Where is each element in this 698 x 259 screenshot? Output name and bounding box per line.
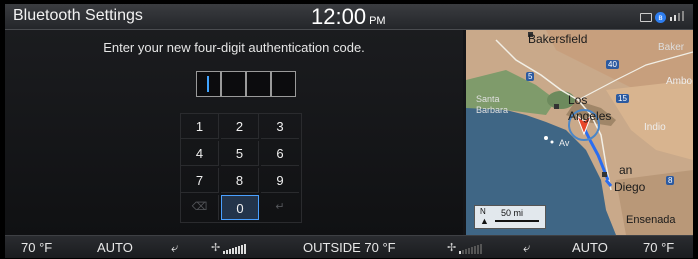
auth-code-panel: Enter your new four-digit authentication… [5, 30, 463, 235]
bluetooth-icon: ʙ [655, 11, 666, 23]
map-label-los: Los [568, 93, 588, 107]
code-digit-3[interactable] [246, 71, 271, 97]
map-label-ensenada: Ensenada [626, 214, 676, 226]
key-8[interactable]: 8 [221, 168, 259, 193]
map-label-barbara: Barbara [476, 105, 509, 115]
driver-fan-speed[interactable]: ✢ [211, 241, 247, 254]
driver-airflow-icon[interactable]: ⤶ [171, 240, 178, 256]
fan-speed-bars [459, 242, 483, 254]
key-1[interactable]: 1 [181, 114, 219, 139]
key-0[interactable]: 0 [221, 195, 259, 220]
key-2[interactable]: 2 [221, 114, 259, 139]
fan-speed-bars [223, 242, 247, 254]
infotainment-screen: Bluetooth Settings 12:00 PM ʙ Enter your … [5, 4, 693, 258]
scale-bar [495, 220, 539, 222]
driver-auto-mode[interactable]: AUTO [97, 240, 133, 255]
clock-time: 12:00 [311, 4, 367, 29]
map-label-amboy: Ambo [666, 76, 693, 87]
key-5[interactable]: 5 [221, 141, 259, 166]
scale-label: 50 mi [501, 208, 524, 218]
signal-strength-icon [669, 10, 687, 24]
navigation-map[interactable]: Bakersfield Baker Ambo Los Angeles Santa… [466, 30, 693, 235]
passenger-temp[interactable]: 70 °F [643, 240, 674, 255]
map-label-baker: Baker [658, 42, 685, 53]
north-arrow-icon: ▲ [480, 216, 489, 226]
numeric-keypad: 1 2 3 4 5 6 7 8 9 ⌫ 0 ↵ [180, 113, 302, 223]
map-label-avalon: Av [559, 138, 570, 148]
map-label-santa: Santa [476, 94, 500, 104]
driver-temp[interactable]: 70 °F [21, 240, 52, 255]
highway-shield-8: 8 [666, 176, 675, 185]
code-digit-2[interactable] [221, 71, 246, 97]
key-3[interactable]: 3 [261, 114, 299, 139]
enter-key[interactable]: ↵ [261, 195, 299, 220]
status-icons: ʙ [640, 10, 687, 24]
highway-shield-40: 40 [606, 60, 619, 69]
page-title: Bluetooth Settings [13, 7, 143, 24]
key-7[interactable]: 7 [181, 168, 219, 193]
map-label-san: an [619, 163, 633, 177]
key-4[interactable]: 4 [181, 141, 219, 166]
phone-battery-icon [640, 12, 652, 22]
map-label-bakersfield: Bakersfield [528, 32, 588, 46]
map-label-angeles: Angeles [568, 109, 612, 123]
status-bar: Bluetooth Settings 12:00 PM ʙ [5, 4, 693, 30]
auth-prompt: Enter your new four-digit authentication… [103, 40, 365, 55]
passenger-auto-mode[interactable]: AUTO [572, 240, 608, 255]
outside-temp: OUTSIDE 70 °F [303, 240, 396, 255]
climate-bar: 70 °F AUTO ⤶ ✢ OUTSIDE 70 °F ✢ ⤶ AUTO 70… [5, 235, 693, 258]
highway-shield-5: 5 [526, 72, 535, 81]
backspace-key[interactable]: ⌫ [181, 195, 219, 220]
code-digit-1[interactable] [196, 71, 221, 97]
highway-shield-15: 15 [616, 94, 629, 103]
clock-ampm: PM [369, 15, 386, 27]
map-label-diego: Diego [614, 180, 646, 194]
passenger-fan-speed[interactable]: ✢ [447, 241, 483, 254]
passenger-airflow-icon[interactable]: ⤶ [523, 240, 530, 256]
clock: 12:00 PM [311, 4, 386, 30]
fan-icon: ✢ [447, 242, 457, 254]
map-scale: N ▲ 50 mi [474, 205, 546, 229]
key-6[interactable]: 6 [261, 141, 299, 166]
key-9[interactable]: 9 [261, 168, 299, 193]
text-cursor [207, 76, 209, 92]
fan-icon: ✢ [211, 242, 221, 254]
code-digit-4[interactable] [271, 71, 296, 97]
north-indicator: N [480, 207, 486, 216]
map-label-indio: Indio [644, 122, 666, 133]
